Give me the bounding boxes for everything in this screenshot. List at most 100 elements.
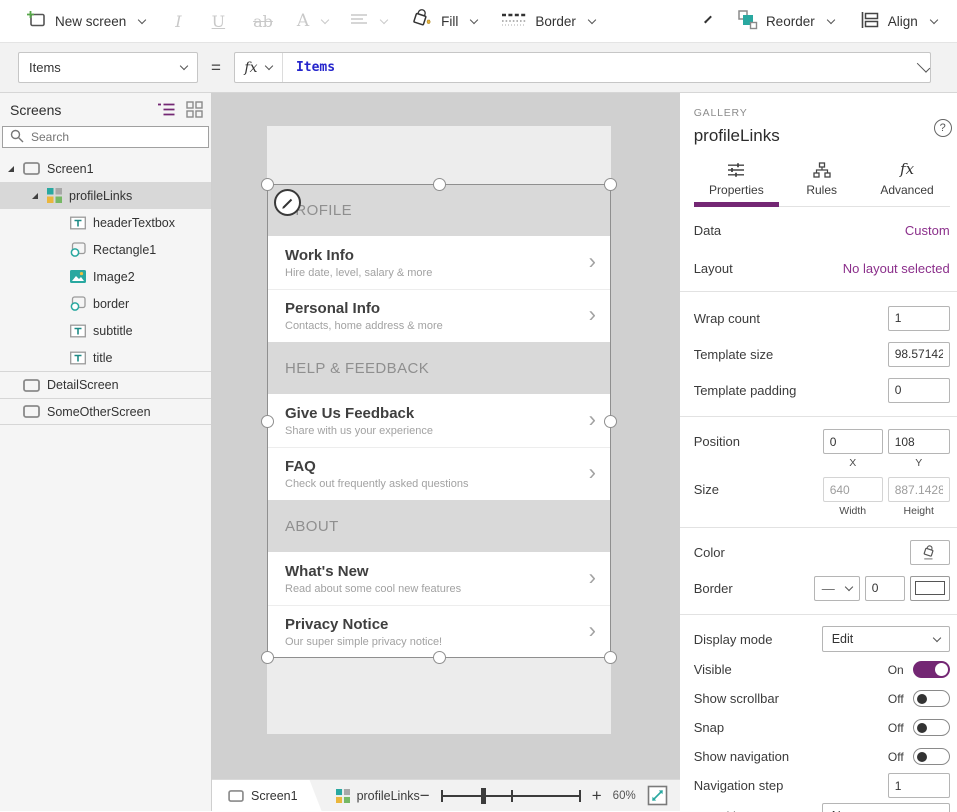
screens-search-box[interactable] xyxy=(2,126,209,148)
reorder-button[interactable]: Reorder xyxy=(737,9,834,33)
screen-empty-area[interactable] xyxy=(267,658,611,734)
wrap-count-input[interactable] xyxy=(888,306,950,331)
tree-item-profilelinks[interactable]: profileLinks xyxy=(0,182,211,209)
chevron-right-icon: › xyxy=(589,248,596,274)
chevron-right-icon: › xyxy=(589,564,596,590)
tree-item-title[interactable]: title xyxy=(0,344,211,371)
gallery-item-whats-new[interactable]: What's New Read about some cool new feat… xyxy=(267,552,611,605)
underline-button[interactable]: U xyxy=(212,12,225,31)
gallery-item-privacy-notice[interactable]: Privacy Notice Our super simple privacy … xyxy=(267,605,611,658)
zoom-slider-handle[interactable] xyxy=(481,788,486,804)
more-commands-chevron-icon[interactable] xyxy=(704,16,712,24)
tree-item-screen1[interactable]: Screen1 xyxy=(0,155,211,182)
gallery-item-faq[interactable]: FAQ Check out frequently asked questions… xyxy=(267,447,611,500)
show-navigation-toggle[interactable] xyxy=(913,748,950,765)
fit-to-window-button[interactable] xyxy=(647,785,668,806)
tree-item-someotherscreen[interactable]: SomeOtherScreen xyxy=(0,398,211,425)
tree-item-detailscreen[interactable]: DetailScreen xyxy=(0,371,211,398)
display-mode-dropdown[interactable]: Edit xyxy=(822,626,950,652)
expand-caret-icon[interactable] xyxy=(8,166,14,172)
tree-item-subtitle[interactable]: subtitle xyxy=(0,317,211,344)
width-label: Width xyxy=(839,505,866,517)
tab-rules[interactable]: Rules xyxy=(779,159,864,206)
template-size-input[interactable] xyxy=(888,342,950,367)
border-button[interactable]: Border xyxy=(501,12,595,31)
screen-breadcrumb-tab[interactable]: Screen1 xyxy=(212,780,322,811)
formula-input[interactable]: Items xyxy=(283,60,912,75)
fill-button[interactable]: Fill xyxy=(411,9,477,33)
tab-advanced[interactable]: fx Advanced xyxy=(864,159,949,206)
gallery-section-header[interactable]: PROFILE xyxy=(267,184,611,236)
formula-expand-chevron-icon[interactable] xyxy=(917,59,930,72)
align-label: Align xyxy=(888,14,918,29)
align-text-button[interactable] xyxy=(350,13,387,30)
border-style-dropdown[interactable]: — xyxy=(814,576,860,601)
thumbnail-view-icon[interactable] xyxy=(186,101,203,118)
font-color-button[interactable]: A xyxy=(297,11,328,31)
zoom-slider[interactable] xyxy=(441,787,581,805)
chevron-down-icon xyxy=(380,15,388,23)
tree-item-rectangle1[interactable]: Rectangle1 xyxy=(0,236,211,263)
chevron-right-icon: › xyxy=(589,618,596,644)
layout-label: Layout xyxy=(694,261,733,276)
help-icon[interactable]: ? xyxy=(934,119,952,137)
tree-item-label: Image2 xyxy=(93,270,135,284)
align-button[interactable]: Align xyxy=(860,11,937,32)
tree-item-border[interactable]: border xyxy=(0,290,211,317)
edit-gallery-button[interactable] xyxy=(274,189,301,216)
gallery-item-personal-info[interactable]: Personal Info Contacts, home address & m… xyxy=(267,289,611,342)
zoom-out-button[interactable]: − xyxy=(420,787,430,804)
position-x-input[interactable] xyxy=(823,429,883,454)
transition-dropdown[interactable]: None xyxy=(822,803,950,812)
position-y-input[interactable] xyxy=(888,429,950,454)
border-width-input[interactable] xyxy=(865,576,905,601)
display-mode-label: Display mode xyxy=(694,632,773,647)
tab-properties[interactable]: Properties xyxy=(694,159,779,206)
text-align-icon xyxy=(350,13,368,30)
gallery-section-header[interactable]: HELP & FEEDBACK xyxy=(267,342,611,394)
property-dropdown[interactable]: Items xyxy=(18,52,198,83)
tree-item-label: DetailScreen xyxy=(47,378,119,392)
shape-icon xyxy=(70,296,86,311)
fx-button[interactable]: fx xyxy=(235,53,283,82)
profilelinks-gallery[interactable]: PROFILE Work Info Hire date, level, sala… xyxy=(267,184,611,658)
header-textbox-preview[interactable] xyxy=(267,126,611,184)
design-canvas[interactable]: PROFILE Work Info Hire date, level, sala… xyxy=(212,93,680,779)
italic-button[interactable]: I xyxy=(175,12,181,31)
position-label: Position xyxy=(694,434,740,449)
screen-preview[interactable]: PROFILE Work Info Hire date, level, sala… xyxy=(267,126,611,734)
gallery-item-give-us-feedback[interactable]: Give Us Feedback Share with us your expe… xyxy=(267,394,611,447)
navigation-step-input[interactable] xyxy=(888,773,950,798)
tree-item-image2[interactable]: Image2 xyxy=(0,263,211,290)
visible-toggle[interactable] xyxy=(913,661,950,678)
data-value-link[interactable]: Custom xyxy=(905,223,950,238)
screens-panel: Screens xyxy=(0,93,212,811)
control-name-label: profileLinks xyxy=(694,126,950,146)
tree-view-icon[interactable] xyxy=(157,101,176,118)
strikethrough-button[interactable]: ab xyxy=(253,12,273,31)
new-screen-icon xyxy=(26,10,47,32)
tree-item-headertextbox[interactable]: headerTextbox xyxy=(0,209,211,236)
gallery-item-work-info[interactable]: Work Info Hire date, level, salary & mor… xyxy=(267,236,611,289)
snap-toggle[interactable] xyxy=(913,719,950,736)
expand-caret-icon[interactable] xyxy=(32,193,38,199)
template-padding-input[interactable] xyxy=(888,378,950,403)
control-breadcrumb[interactable]: profileLinks xyxy=(336,789,420,803)
border-label: Border xyxy=(535,14,576,29)
gallery-section-header[interactable]: ABOUT xyxy=(267,500,611,552)
align-objects-icon xyxy=(860,11,880,32)
layout-value-link[interactable]: No layout selected xyxy=(843,261,950,276)
tree-item-label: subtitle xyxy=(93,324,133,338)
equals-sign: = xyxy=(211,58,221,78)
border-color-button[interactable] xyxy=(910,576,950,601)
screens-panel-title: Screens xyxy=(10,102,147,118)
new-screen-button[interactable]: New screen xyxy=(26,10,145,32)
color-picker-button[interactable] xyxy=(910,540,950,565)
chevron-down-icon xyxy=(932,633,940,641)
show-scrollbar-toggle[interactable] xyxy=(913,690,950,707)
chevron-down-icon xyxy=(844,582,852,590)
gallery-icon xyxy=(47,188,62,203)
zoom-in-button[interactable]: + xyxy=(592,787,602,804)
fx-icon: fx xyxy=(900,162,914,178)
search-input[interactable] xyxy=(31,130,201,144)
